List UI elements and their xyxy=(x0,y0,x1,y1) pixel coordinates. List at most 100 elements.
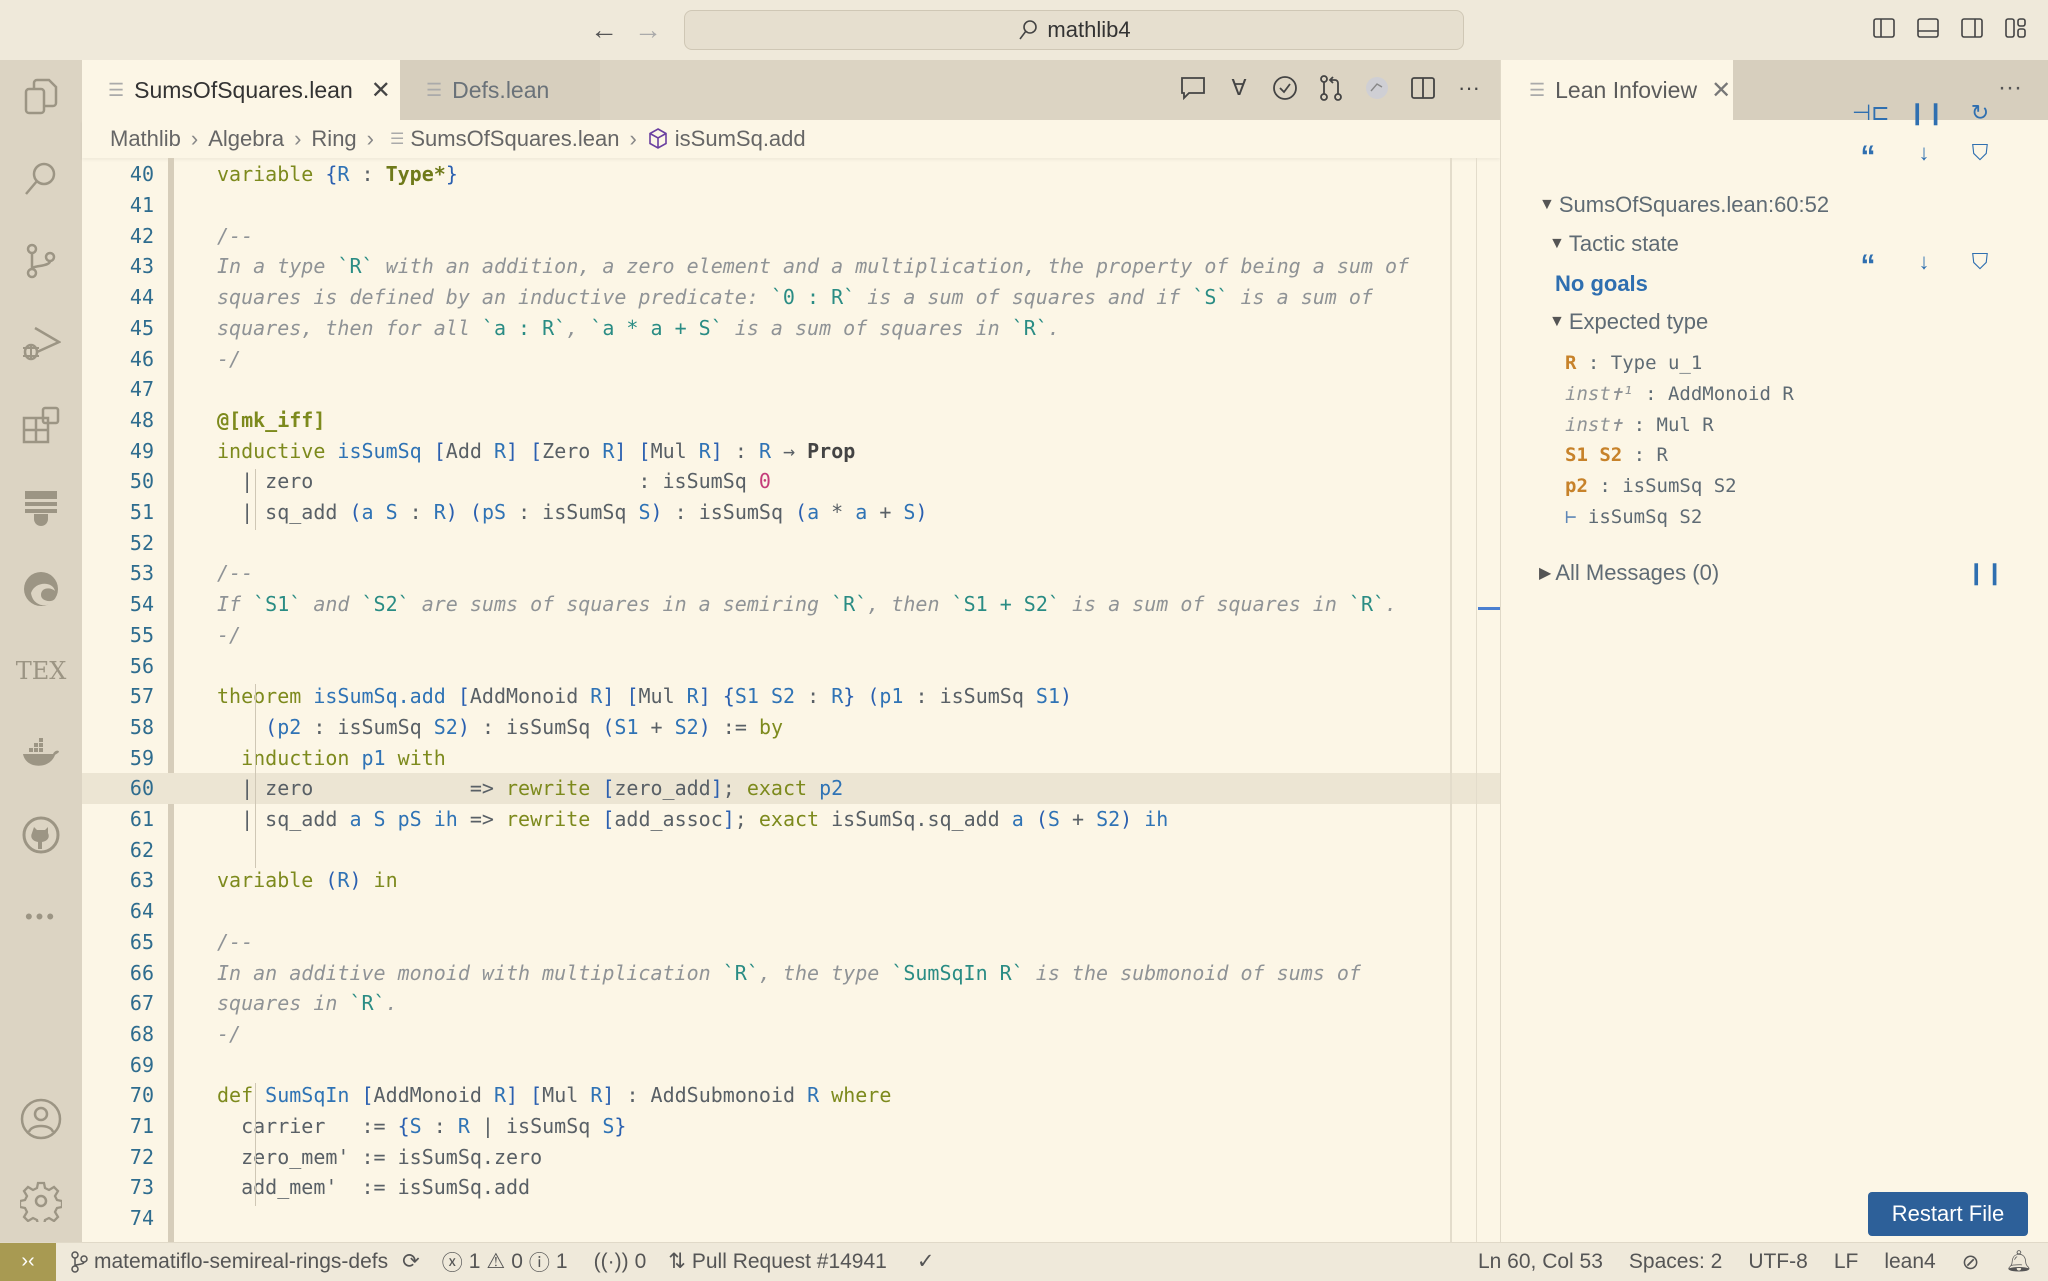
check-circle-icon[interactable] xyxy=(1272,74,1298,102)
comment-icon[interactable] xyxy=(1180,74,1206,102)
arrow-down-icon[interactable]: ↓ xyxy=(1908,249,1940,283)
quote-icon[interactable]: “ xyxy=(1852,249,1884,283)
code-line[interactable]: 64 xyxy=(82,896,1500,927)
close-icon[interactable]: ✕ xyxy=(371,76,391,105)
check-icon[interactable]: ✓ xyxy=(917,1249,935,1274)
code-line[interactable]: 43 In a type `R` with an addition, a zero… xyxy=(82,251,1500,282)
tab-defs[interactable]: ☰ Defs.lean xyxy=(400,60,600,120)
split-editor-icon[interactable] xyxy=(1410,74,1436,102)
code-line[interactable]: 69 xyxy=(82,1049,1500,1080)
code-line[interactable]: 59 induction p1 with xyxy=(82,742,1500,773)
code-line[interactable]: 74 xyxy=(82,1203,1500,1234)
filter-icon[interactable]: ⛉ xyxy=(1964,249,1996,283)
more-actions-icon[interactable]: ··· xyxy=(1456,74,1482,102)
code-line[interactable]: 48 @[mk_iff] xyxy=(82,405,1500,436)
breadcrumb-item[interactable]: SumsOfSquares.lean xyxy=(410,126,619,152)
sync-button[interactable]: ⟳ xyxy=(402,1249,420,1274)
command-center-search[interactable]: mathlib4 xyxy=(684,10,1464,50)
code-line[interactable]: 40 variable {R : Type*} xyxy=(82,159,1500,190)
source-control-icon[interactable] xyxy=(18,238,64,284)
code-line[interactable]: 71 carrier := {S : R | isSumSq S} xyxy=(82,1111,1500,1142)
breadcrumb-item[interactable]: Ring xyxy=(311,126,356,152)
location-header[interactable]: ▼ SumsOfSquares.lean:60:52 xyxy=(1539,192,1829,218)
code-line[interactable]: 53 /-- xyxy=(82,558,1500,589)
problems-indicator[interactable]: ⓧ 1 ⚠ 0 ⓘ 1 xyxy=(442,1247,568,1277)
code-line[interactable]: 44 squares is defined by an inductive pre… xyxy=(82,282,1500,313)
toggle-panel-icon[interactable] xyxy=(1916,16,1940,42)
docker-icon[interactable] xyxy=(18,730,64,776)
arrow-down-icon[interactable]: ↓ xyxy=(1908,140,1940,174)
code-line[interactable]: 66 In an additive monoid with multiplicat… xyxy=(82,957,1500,988)
code-line[interactable]: 56 xyxy=(82,650,1500,681)
code-line[interactable]: 63 variable (R) in xyxy=(82,865,1500,896)
end-of-line[interactable]: LF xyxy=(1834,1250,1859,1274)
code-line[interactable]: 58 (p2 : isSumSq S2) : isSumSq (S1 + S2)… xyxy=(82,712,1500,743)
remote-indicator[interactable]: ›‹ xyxy=(0,1242,56,1281)
overview-ruler[interactable] xyxy=(1476,158,1477,1242)
avatar-icon[interactable] xyxy=(1364,74,1390,102)
tactic-state-header[interactable]: ▼ Tactic state xyxy=(1549,231,1679,257)
code-line[interactable]: 65 /-- xyxy=(82,927,1500,958)
github-icon[interactable] xyxy=(18,812,64,858)
breadcrumb-item[interactable]: Mathlib xyxy=(110,126,181,152)
hypothesis[interactable]: R : Type u_1 xyxy=(1565,352,1702,374)
copilot-disabled-icon[interactable]: ⊘ xyxy=(1962,1250,1980,1275)
pin-icon[interactable]: ⊣⊏ xyxy=(1852,100,1890,126)
tab-lean-infoview[interactable]: ☰ Lean Infoview ✕ xyxy=(1501,60,1733,120)
extensions-icon[interactable] xyxy=(18,402,64,448)
more-icon[interactable]: ••• xyxy=(18,894,64,940)
notifications-bell-icon[interactable]: 🔔︎ xyxy=(2005,1250,2032,1274)
tab-sumsofsquares[interactable]: ☰ SumsOfSquares.lean ✕ xyxy=(82,60,400,120)
code-line[interactable]: 46 -/ xyxy=(82,343,1500,374)
customize-layout-icon[interactable] xyxy=(2004,16,2028,42)
code-line[interactable]: 73 add_mem' := isSumSq.add xyxy=(82,1172,1500,1203)
breadcrumb-item[interactable]: isSumSq.add xyxy=(675,126,806,152)
code-line[interactable]: 41 xyxy=(82,190,1500,221)
manage-gear-icon[interactable] xyxy=(18,1178,64,1224)
lean-icon[interactable] xyxy=(18,484,64,530)
code-line[interactable]: 51 | sq_add (a S : R) (pS : isSumSq S) :… xyxy=(82,497,1500,528)
tex-icon[interactable]: TEX xyxy=(16,648,67,694)
close-icon[interactable]: ✕ xyxy=(1711,76,1731,105)
ports-indicator[interactable]: ((·)) 0 xyxy=(594,1250,647,1274)
code-line[interactable]: 52 xyxy=(82,527,1500,558)
toggle-secondary-sidebar-icon[interactable] xyxy=(1960,16,1984,42)
code-line[interactable]: 50 | zero : isSumSq 0 xyxy=(82,466,1500,497)
cursor-position[interactable]: Ln 60, Col 53 xyxy=(1478,1250,1603,1274)
filter-icon[interactable]: ⛉ xyxy=(1964,140,1996,174)
quote-icon[interactable]: “ xyxy=(1852,140,1884,174)
run-debug-icon[interactable] xyxy=(18,320,64,366)
code-line[interactable]: 55 -/ xyxy=(82,620,1500,651)
code-line[interactable]: 60 | zero => rewrite [zero_add]; exact p… xyxy=(82,773,1500,804)
code-editor[interactable]: 40 variable {R : Type*} 41 42/-- 43 In a type… xyxy=(82,158,1500,1242)
restart-file-button[interactable]: Restart File xyxy=(1868,1192,2028,1236)
forward-button[interactable]: → xyxy=(634,14,662,46)
branch-indicator[interactable]: matematiflo-semireal-rings-defs xyxy=(70,1250,388,1274)
hypothesis[interactable]: inst✝¹ : AddMonoid R xyxy=(1565,383,1794,405)
explorer-icon[interactable] xyxy=(18,74,64,120)
pull-request-indicator[interactable]: ⇅ Pull Request #14941 xyxy=(668,1249,887,1274)
hypothesis[interactable]: inst✝ : Mul R xyxy=(1565,414,1714,436)
pause-icon[interactable]: ❙❙ xyxy=(1967,560,2004,586)
indentation[interactable]: Spaces: 2 xyxy=(1629,1250,1722,1274)
git-compare-icon[interactable] xyxy=(1318,74,1344,102)
expected-type-header[interactable]: ▼ Expected type xyxy=(1549,309,1708,335)
code-line[interactable]: 45 squares, then for all `a : R`, `a * a … xyxy=(82,313,1500,344)
code-line[interactable]: 68 -/ xyxy=(82,1019,1500,1050)
toggle-primary-sidebar-icon[interactable] xyxy=(1872,16,1896,42)
language-mode[interactable]: lean4 xyxy=(1884,1250,1935,1274)
code-line[interactable]: 42 /-- xyxy=(82,220,1500,251)
forall-icon[interactable]: ∀ xyxy=(1226,74,1252,102)
code-line[interactable]: 62 xyxy=(82,834,1500,865)
all-messages-header[interactable]: ▶ All Messages (0) xyxy=(1539,560,1719,586)
more-actions-icon[interactable]: ··· xyxy=(1998,74,2022,102)
breadcrumb-item[interactable]: Algebra xyxy=(208,126,284,152)
code-line[interactable]: 72 zero_mem' := isSumSq.zero xyxy=(82,1141,1500,1172)
code-line[interactable]: 47 xyxy=(82,374,1500,405)
encoding[interactable]: UTF-8 xyxy=(1748,1250,1808,1274)
code-line[interactable]: 61 | sq_add a S pS ih => rewrite [add_as… xyxy=(82,804,1500,835)
code-line[interactable]: 70 def SumSqIn [AddMonoid R] [Mul R] : Ad… xyxy=(82,1080,1500,1111)
refresh-icon[interactable]: ↻ xyxy=(1964,100,1996,126)
code-line[interactable]: 67 squares in `R`. xyxy=(82,988,1500,1019)
pause-icon[interactable]: ❙❙ xyxy=(1908,100,1945,126)
